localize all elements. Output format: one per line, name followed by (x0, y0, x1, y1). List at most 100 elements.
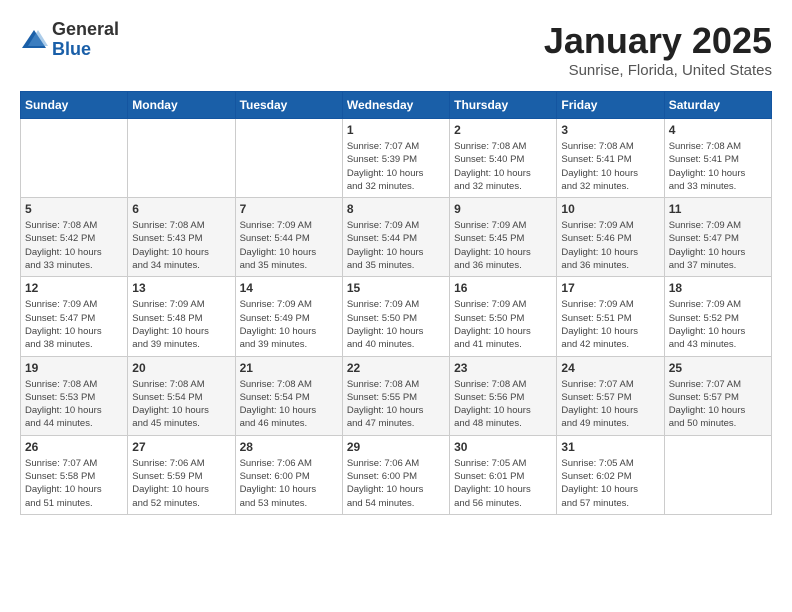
calendar-cell: 24 Sunrise: 7:07 AM Sunset: 5:57 PM Dayli… (557, 356, 664, 435)
day-info: Sunrise: 7:08 AM Sunset: 5:42 PM Dayligh… (25, 219, 123, 272)
calendar-cell: 6Sunrise: 7:08 AM Sunset: 5:43 PM Daylig… (128, 198, 235, 277)
day-info: Sunrise: 7:09 AM Sunset: 5:47 PM Dayligh… (25, 298, 123, 351)
calendar-week-1: 1 Sunrise: 7:07 AM Sunset: 5:39 PM Daylig… (21, 119, 772, 198)
calendar-cell: 14 Sunrise: 7:09 AM Sunset: 5:49 PM Dayli… (235, 277, 342, 356)
day-number: 12 (25, 281, 123, 295)
day-number: 19 (25, 361, 123, 375)
calendar-week-2: 5 Sunrise: 7:08 AM Sunset: 5:42 PM Daylig… (21, 198, 772, 277)
calendar-cell (235, 119, 342, 198)
day-info: Sunrise: 7:07 AM Sunset: 5:57 PM Dayligh… (561, 378, 659, 431)
logo-text: General Blue (52, 20, 119, 60)
day-info: Sunrise: 7:06 AM Sunset: 6:00 PM Dayligh… (347, 457, 445, 510)
calendar-cell: 15 Sunrise: 7:09 AM Sunset: 5:50 PM Dayli… (342, 277, 449, 356)
day-number: 28 (240, 440, 338, 454)
day-info: Sunrise: 7:09 AM Sunset: 5:48 PM Dayligh… (132, 298, 230, 351)
weekday-header-sunday: Sunday (21, 92, 128, 119)
day-info: Sunrise: 7:07 AM Sunset: 5:58 PM Dayligh… (25, 457, 123, 510)
logo: General Blue (20, 20, 119, 60)
page: General Blue January 2025 Sunrise, Flori… (0, 0, 792, 612)
day-info: Sunrise: 7:08 AM Sunset: 5:40 PM Dayligh… (454, 140, 552, 193)
calendar-cell: 25 Sunrise: 7:07 AM Sunset: 5:57 PM Dayli… (664, 356, 771, 435)
calendar-table: SundayMondayTuesdayWednesdayThursdayFrid… (20, 91, 772, 515)
weekday-header-wednesday: Wednesday (342, 92, 449, 119)
day-number: 4 (669, 123, 767, 137)
day-number: 29 (347, 440, 445, 454)
day-number: 18 (669, 281, 767, 295)
calendar-cell: 12 Sunrise: 7:09 AM Sunset: 5:47 PM Dayli… (21, 277, 128, 356)
day-info: Sunrise: 7:06 AM Sunset: 5:59 PM Dayligh… (132, 457, 230, 510)
calendar-cell: 22 Sunrise: 7:08 AM Sunset: 5:55 PM Dayli… (342, 356, 449, 435)
logo-icon (20, 26, 48, 54)
calendar-cell: 10Sunrise: 7:09 AM Sunset: 5:46 PM Dayli… (557, 198, 664, 277)
day-info: Sunrise: 7:09 AM Sunset: 5:52 PM Dayligh… (669, 298, 767, 351)
day-number: 2 (454, 123, 552, 137)
calendar-week-3: 12 Sunrise: 7:09 AM Sunset: 5:47 PM Dayli… (21, 277, 772, 356)
day-number: 16 (454, 281, 552, 295)
calendar-cell: 16 Sunrise: 7:09 AM Sunset: 5:50 PM Dayli… (450, 277, 557, 356)
day-number: 17 (561, 281, 659, 295)
day-info: Sunrise: 7:09 AM Sunset: 5:44 PM Dayligh… (240, 219, 338, 272)
calendar-header: SundayMondayTuesdayWednesdayThursdayFrid… (21, 92, 772, 119)
day-info: Sunrise: 7:09 AM Sunset: 5:45 PM Dayligh… (454, 219, 552, 272)
day-number: 31 (561, 440, 659, 454)
day-number: 15 (347, 281, 445, 295)
day-info: Sunrise: 7:08 AM Sunset: 5:55 PM Dayligh… (347, 378, 445, 431)
day-info: Sunrise: 7:09 AM Sunset: 5:49 PM Dayligh… (240, 298, 338, 351)
calendar-cell: 17Sunrise: 7:09 AM Sunset: 5:51 PM Dayli… (557, 277, 664, 356)
calendar-cell: 27Sunrise: 7:06 AM Sunset: 5:59 PM Dayli… (128, 435, 235, 514)
day-info: Sunrise: 7:09 AM Sunset: 5:50 PM Dayligh… (347, 298, 445, 351)
day-info: Sunrise: 7:08 AM Sunset: 5:41 PM Dayligh… (669, 140, 767, 193)
weekday-header-tuesday: Tuesday (235, 92, 342, 119)
day-info: Sunrise: 7:09 AM Sunset: 5:46 PM Dayligh… (561, 219, 659, 272)
calendar-cell: 13 Sunrise: 7:09 AM Sunset: 5:48 PM Dayli… (128, 277, 235, 356)
calendar-cell: 28 Sunrise: 7:06 AM Sunset: 6:00 PM Dayli… (235, 435, 342, 514)
location: Sunrise, Florida, United States (544, 62, 772, 79)
day-info: Sunrise: 7:09 AM Sunset: 5:50 PM Dayligh… (454, 298, 552, 351)
calendar-cell: 19 Sunrise: 7:08 AM Sunset: 5:53 PM Dayli… (21, 356, 128, 435)
day-info: Sunrise: 7:08 AM Sunset: 5:41 PM Dayligh… (561, 140, 659, 193)
weekday-header-saturday: Saturday (664, 92, 771, 119)
day-info: Sunrise: 7:05 AM Sunset: 6:01 PM Dayligh… (454, 457, 552, 510)
calendar-cell (21, 119, 128, 198)
month-title: January 2025 (544, 20, 772, 62)
day-number: 24 (561, 361, 659, 375)
day-number: 6 (132, 202, 230, 216)
calendar-cell: 30Sunrise: 7:05 AM Sunset: 6:01 PM Dayli… (450, 435, 557, 514)
day-info: Sunrise: 7:07 AM Sunset: 5:39 PM Dayligh… (347, 140, 445, 193)
day-number: 9 (454, 202, 552, 216)
day-number: 3 (561, 123, 659, 137)
day-info: Sunrise: 7:08 AM Sunset: 5:54 PM Dayligh… (240, 378, 338, 431)
weekday-header-monday: Monday (128, 92, 235, 119)
day-number: 22 (347, 361, 445, 375)
day-info: Sunrise: 7:08 AM Sunset: 5:53 PM Dayligh… (25, 378, 123, 431)
calendar-cell: 1 Sunrise: 7:07 AM Sunset: 5:39 PM Daylig… (342, 119, 449, 198)
calendar-cell: 29 Sunrise: 7:06 AM Sunset: 6:00 PM Dayli… (342, 435, 449, 514)
calendar-cell: 21 Sunrise: 7:08 AM Sunset: 5:54 PM Dayli… (235, 356, 342, 435)
day-number: 23 (454, 361, 552, 375)
day-info: Sunrise: 7:07 AM Sunset: 5:57 PM Dayligh… (669, 378, 767, 431)
calendar-cell: 4 Sunrise: 7:08 AM Sunset: 5:41 PM Daylig… (664, 119, 771, 198)
calendar-cell: 11Sunrise: 7:09 AM Sunset: 5:47 PM Dayli… (664, 198, 771, 277)
calendar-cell: 7Sunrise: 7:09 AM Sunset: 5:44 PM Daylig… (235, 198, 342, 277)
day-number: 25 (669, 361, 767, 375)
weekday-row: SundayMondayTuesdayWednesdayThursdayFrid… (21, 92, 772, 119)
day-number: 11 (669, 202, 767, 216)
calendar-body: 1 Sunrise: 7:07 AM Sunset: 5:39 PM Daylig… (21, 119, 772, 515)
day-number: 8 (347, 202, 445, 216)
calendar-cell: 2 Sunrise: 7:08 AM Sunset: 5:40 PM Daylig… (450, 119, 557, 198)
calendar-cell: 18 Sunrise: 7:09 AM Sunset: 5:52 PM Dayli… (664, 277, 771, 356)
logo-blue-text: Blue (52, 40, 119, 60)
day-number: 20 (132, 361, 230, 375)
day-number: 1 (347, 123, 445, 137)
day-number: 21 (240, 361, 338, 375)
calendar-cell: 20Sunrise: 7:08 AM Sunset: 5:54 PM Dayli… (128, 356, 235, 435)
calendar-cell: 9 Sunrise: 7:09 AM Sunset: 5:45 PM Daylig… (450, 198, 557, 277)
day-info: Sunrise: 7:05 AM Sunset: 6:02 PM Dayligh… (561, 457, 659, 510)
logo-general-text: General (52, 20, 119, 40)
calendar-cell (128, 119, 235, 198)
day-number: 14 (240, 281, 338, 295)
calendar-cell: 5 Sunrise: 7:08 AM Sunset: 5:42 PM Daylig… (21, 198, 128, 277)
day-number: 5 (25, 202, 123, 216)
day-info: Sunrise: 7:06 AM Sunset: 6:00 PM Dayligh… (240, 457, 338, 510)
day-number: 13 (132, 281, 230, 295)
